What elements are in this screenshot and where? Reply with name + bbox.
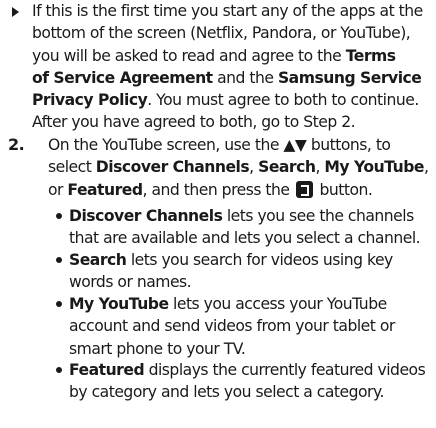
option-line: Featured displays the currently featured…: [69, 359, 436, 381]
text-run: displays the currently featured videos: [144, 361, 426, 379]
option-line: words or names.: [69, 271, 436, 293]
step-line: or Featured, and then press the button.: [48, 179, 436, 201]
text-run: On the YouTube screen, use the: [48, 136, 284, 154]
text-run: buttons, to: [306, 136, 391, 154]
option-line: My YouTube lets you access your YouTube: [69, 293, 436, 315]
text-run: and the: [212, 68, 278, 87]
bold-term: Terms: [345, 46, 396, 65]
text-run: bottom of the screen (Netflix, Pandora, …: [32, 24, 411, 43]
text-run: button.: [314, 180, 373, 199]
text-run: that are available and lets you select a…: [69, 229, 421, 248]
bold-term: Privacy Policy: [32, 91, 148, 110]
step-line: On the YouTube screen, use the ▲▼ button…: [48, 134, 436, 156]
bullet-dot-icon: [56, 367, 62, 373]
option-description: Discover Channels lets you see the chann…: [69, 205, 436, 250]
text-run: lets you see the channels: [222, 207, 414, 225]
intro-line: Privacy Policy. You must agree to both t…: [32, 89, 434, 111]
step-text: On the YouTube screen, use the ▲▼ button…: [48, 134, 436, 201]
bold-term: My YouTube: [69, 295, 169, 313]
option-line: account and send videos from your tablet…: [69, 315, 436, 337]
manual-page: If this is the first time you start any …: [0, 0, 436, 428]
intro-text: If this is the first time you start any …: [32, 0, 434, 134]
text-run: ,: [249, 158, 259, 177]
bold-term: ▲▼: [283, 136, 307, 154]
intro-line: bottom of the screen (Netflix, Pandora, …: [32, 22, 434, 44]
bullet-dot-icon: [56, 257, 62, 263]
intro-line: of Service Agreement and the Samsung Ser…: [32, 67, 434, 89]
enter-button-icon: [295, 180, 313, 198]
intro-line: If this is the first time you start any …: [32, 0, 434, 22]
text-run: by category and lets you select a catego…: [69, 383, 384, 402]
bold-term: of Service Agreement: [32, 68, 213, 87]
option-line: by category and lets you select a catego…: [69, 381, 436, 403]
text-run: , and then press the: [142, 180, 294, 199]
intro-line: you will be asked to read and agree to t…: [32, 45, 434, 67]
bold-term: Featured: [67, 180, 143, 199]
bold-term: Discover Channels: [69, 207, 223, 225]
text-run: ,: [423, 158, 429, 177]
text-run: If this is the first time you start any …: [32, 2, 423, 20]
option-description: Featured displays the currently featured…: [69, 359, 436, 404]
triangle-bullet-icon: [12, 7, 19, 17]
intro-line: After you have agreed to both, go to Ste…: [32, 111, 434, 133]
bullet-dot-icon: [56, 301, 62, 307]
text-run: After you have agreed to both, go to Ste…: [32, 113, 356, 132]
text-run: account and send videos from your tablet…: [69, 317, 395, 336]
bold-term: Samsung Service: [277, 68, 422, 87]
option-line: Search lets you search for videos using …: [69, 249, 436, 271]
text-run: lets you access your YouTube: [168, 295, 387, 313]
text-run: smart phone to your TV.: [69, 339, 246, 358]
text-run: or: [48, 180, 68, 199]
text-run: words or names.: [69, 273, 192, 292]
bold-term: Search: [69, 251, 127, 269]
bold-term: Discover Channels: [95, 158, 250, 177]
option-description: My YouTube lets you access your YouTube a…: [69, 293, 436, 360]
text-run: you will be asked to read and agree to t…: [32, 46, 346, 65]
bold-term: My YouTube: [324, 158, 424, 177]
bullet-dot-icon: [56, 213, 62, 219]
bold-term: Search: [258, 158, 316, 177]
text-run: . You must agree to both to continue.: [147, 91, 419, 110]
option-line: Discover Channels lets you see the chann…: [69, 205, 436, 227]
option-line: smart phone to your TV.: [69, 338, 436, 360]
option-line: that are available and lets you select a…: [69, 227, 436, 249]
bold-term: Featured: [69, 361, 145, 379]
option-description: Search lets you search for videos using …: [69, 249, 436, 294]
text-run: select: [48, 158, 96, 177]
step-number: 2.: [8, 135, 25, 154]
step-line: select Discover Channels, Search, My You…: [48, 156, 436, 178]
text-run: lets you search for videos using key: [126, 251, 393, 269]
